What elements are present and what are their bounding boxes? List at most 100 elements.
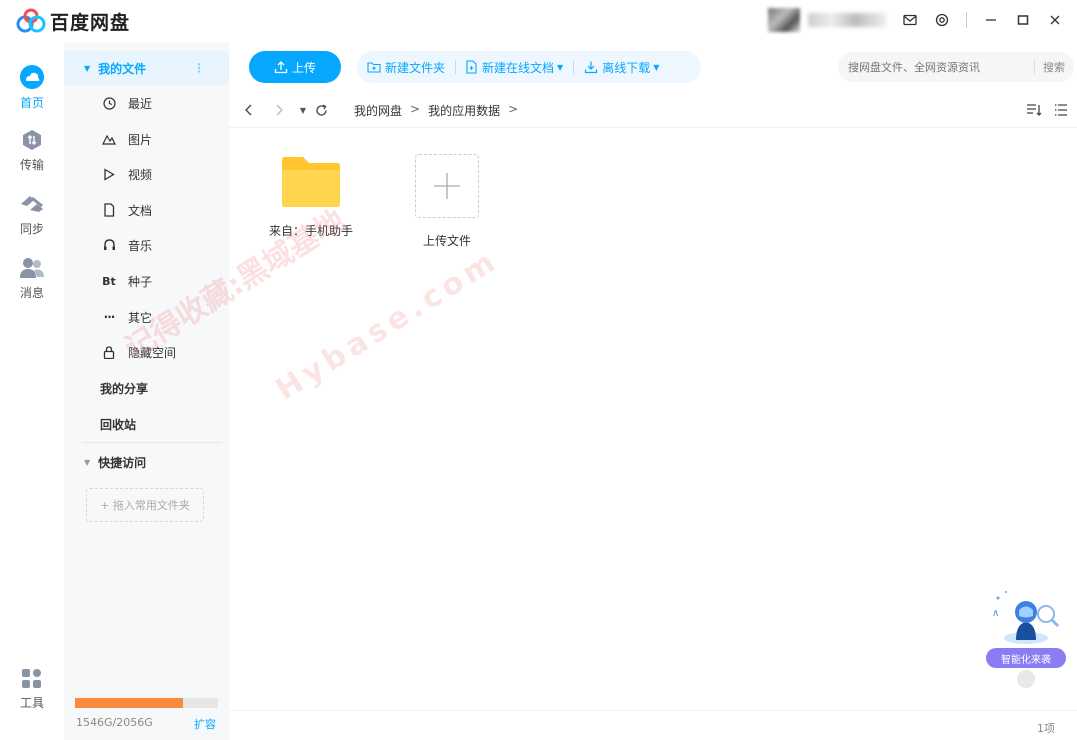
plus-icon [434,173,460,199]
sidebar-item-label: 图片 [128,132,153,147]
sidebar-item-recycle-bin[interactable]: 回收站 [64,407,229,441]
cloud-icon [20,65,44,89]
caret-down-icon: ▼ [84,63,91,73]
close-icon[interactable] [1041,10,1069,30]
upload-file-tile[interactable]: 上传文件 [397,154,497,249]
search-button[interactable]: 搜索 [1043,59,1065,75]
breadcrumb: 我的网盘 > 我的应用数据 > [354,102,518,119]
sidebar-item-videos[interactable]: 视频 [64,157,229,191]
image-icon [102,132,116,146]
rail-label-sync: 同步 [19,222,44,236]
breadcrumb-item[interactable]: 我的应用数据 [428,102,500,119]
sidebar-item-my-files[interactable]: ▼ 我的文件 ⋮ [64,51,229,85]
navigation-bar: ▼ 我的网盘 > 我的应用数据 > [229,92,1077,128]
transfer-icon [23,130,41,150]
mail-icon[interactable] [896,10,924,30]
expand-storage-link[interactable]: 扩容 [194,716,216,732]
torrent-icon: Bt [102,274,116,288]
offline-download-label: 离线下载 [602,60,651,75]
forward-icon[interactable] [271,102,287,118]
new-folder-button[interactable]: 新建文件夹 [357,59,455,76]
new-doc-icon [466,60,477,74]
sidebar-item-hidden-space[interactable]: 隐藏空间 [64,335,229,369]
storage-bar [75,698,218,708]
rail-item-home[interactable]: 首页 [0,64,64,111]
assistant-handle[interactable] [1017,670,1035,688]
sidebar-item-torrents[interactable]: Bt 种子 [64,264,229,298]
maximize-icon[interactable] [1009,10,1037,30]
music-icon [102,238,116,252]
video-icon [102,167,116,181]
upload-file-label: 上传文件 [422,234,471,248]
rail-label-messages: 消息 [19,286,44,300]
sidebar-item-my-share[interactable]: 我的分享 [64,371,229,405]
upload-icon [274,61,288,74]
avatar-image [768,8,800,32]
folder-item[interactable]: 来自：手机助手 [261,154,361,239]
sidebar-item-label: 回收站 [100,417,137,432]
assistant-robot-icon: ∧ [992,591,1060,644]
sidebar-item-label: 我的文件 [98,61,147,76]
new-folder-icon [367,62,381,73]
sidebar-item-quick-access[interactable]: ▼ 快捷访问 [64,445,229,479]
more-options-icon[interactable]: ⋮ [193,61,205,75]
status-bar: 1项 [229,710,1077,740]
rail-item-sync[interactable]: 同步 [0,192,64,237]
sidebar-item-label: 音乐 [128,238,153,253]
sort-icon[interactable] [1026,102,1042,118]
sidebar-item-music[interactable]: 音乐 [64,228,229,262]
download-icon [585,61,598,74]
app-logo: 百度网盘 [16,8,130,35]
history-dropdown-icon[interactable]: ▼ [295,102,311,118]
refresh-icon[interactable] [313,102,329,118]
sidebar-item-recent[interactable]: 最近 [64,86,229,120]
caret-down-icon: ▼ [653,62,660,72]
upload-placeholder-box [415,154,479,218]
app-title: 百度网盘 [50,11,131,34]
lock-icon [102,345,116,359]
sidebar-item-label: 其它 [128,310,153,325]
quick-access-drop-zone[interactable]: + 拖入常用文件夹 [86,488,204,522]
breadcrumb-item[interactable]: 我的网盘 [354,102,402,119]
sidebar-item-label: 视频 [128,167,153,182]
settings-icon[interactable] [928,10,956,30]
sidebar-item-documents[interactable]: 文档 [64,193,229,227]
upload-button[interactable]: 上传 [249,51,341,83]
sidebar-item-label: 我的分享 [100,381,149,396]
smart-assistant[interactable]: ∧ 智能化来袭 [986,588,1066,688]
window-controls [896,10,1069,30]
storage-fill [75,698,183,708]
list-view-icon[interactable] [1053,102,1069,118]
sidebar-item-other[interactable]: ··· 其它 [64,300,229,334]
new-online-doc-button[interactable]: 新建在线文档 ▼ [456,59,573,76]
new-online-doc-label: 新建在线文档 [482,60,555,75]
user-avatar[interactable] [768,8,888,32]
back-icon[interactable] [241,102,257,118]
rail-label-transfer: 传输 [19,158,44,172]
sidebar-item-images[interactable]: 图片 [64,122,229,156]
search-input[interactable] [848,60,1034,74]
offline-download-button[interactable]: 离线下载 ▼ [574,59,669,76]
rail-item-tools[interactable]: 工具 [0,668,64,711]
baidu-cloud-logo-icon [16,8,46,33]
sidebar-item-label: 隐藏空间 [128,345,177,360]
rail-item-messages[interactable]: 消息 [0,256,64,301]
search-box: 搜索 [838,52,1074,82]
rail-item-transfer[interactable]: 传输 [0,128,64,173]
rail-label-tools: 工具 [19,696,44,710]
username-blurred [808,13,886,27]
title-bar: 百度网盘 [0,0,1077,42]
assistant-label[interactable]: 智能化来袭 [986,648,1066,668]
svg-text:∧: ∧ [992,608,999,619]
breadcrumb-separator-icon: > [410,102,421,116]
minimize-icon[interactable] [977,10,1005,30]
rail-label-home: 首页 [19,96,44,110]
new-folder-label: 新建文件夹 [385,60,446,75]
app-window: 百度网盘 首页 传输 同步 消息 工具 ▼ 我的文件 ⋮ 最近 图片 视频 文档… [0,0,1077,740]
more-icon: ··· [103,310,116,324]
nav-rail: 首页 传输 同步 消息 工具 [0,42,64,740]
document-icon [102,203,116,217]
toolbar: 上传 新建文件夹 新建在线文档 ▼ 离线下载 ▼ 搜网盘文件、全网资源资讯 搜索 [229,42,1077,92]
sidebar-item-label: 快捷访问 [98,455,147,470]
sidebar-item-label: 种子 [128,274,153,289]
